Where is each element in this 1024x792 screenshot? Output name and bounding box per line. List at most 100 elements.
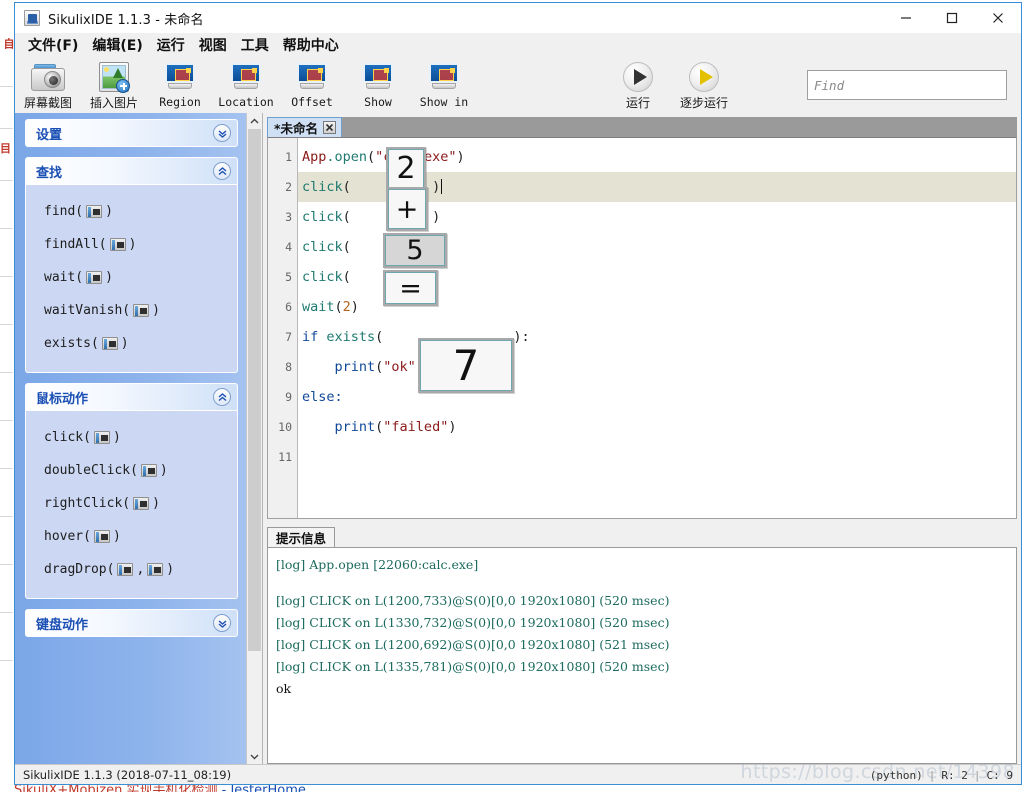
screenshot-digit-7[interactable]: 7: [418, 338, 514, 393]
sidebar-command-rightclick[interactable]: rightClick( ): [26, 487, 237, 520]
sidebar-command-find[interactable]: find( ): [26, 195, 237, 228]
maximize-button[interactable]: [929, 3, 975, 33]
sidebar-command-click[interactable]: click( ): [26, 421, 237, 454]
close-tab-icon[interactable]: [323, 121, 337, 134]
code-editor[interactable]: 1234567891011 App.open("calc.exe")click(…: [267, 137, 1017, 519]
message-tab[interactable]: 提示信息: [267, 527, 336, 547]
code-token: click: [302, 209, 343, 225]
scroll-down-icon[interactable]: [247, 748, 262, 764]
line-number: 7: [285, 330, 292, 344]
toolbar-button-region[interactable]: Region: [147, 59, 213, 111]
image-placeholder-icon[interactable]: [101, 337, 118, 350]
sidebar-command-dragdrop[interactable]: dragDrop( , ): [26, 553, 237, 586]
close-button[interactable]: [975, 3, 1021, 33]
log-line: ok: [276, 681, 292, 696]
sidebar-panel-body-mouse: click( ) doubleClick( ) rightClick() ho…: [25, 411, 238, 599]
find-input[interactable]: Find: [807, 70, 1007, 100]
code-line[interactable]: if exists( ):: [298, 322, 1016, 352]
image-placeholder-icon[interactable]: [86, 205, 103, 218]
monitor-region-icon: [361, 61, 395, 93]
code-area[interactable]: App.open("calc.exe")click( )click( )clic…: [298, 138, 1016, 518]
image-placeholder-icon[interactable]: [147, 563, 164, 576]
image-placeholder-icon[interactable]: [93, 431, 110, 444]
code-line[interactable]: print("ok"): [298, 352, 1016, 382]
message-log[interactable]: [log] App.open [22060:calc.exe] [log] CLI…: [267, 547, 1017, 764]
screenshot-digit-5-glyph: 5: [385, 235, 445, 266]
toolbar-button-location[interactable]: Location: [213, 59, 279, 111]
line-number: 1: [285, 150, 292, 164]
chevron-down-icon[interactable]: [213, 614, 231, 632]
code-line[interactable]: [298, 442, 1016, 472]
sidebar-command-dragdrop-pre: dragDrop(: [44, 562, 115, 577]
sidebar-command-dragdrop-post: ): [166, 562, 175, 577]
sidebar-command-click-pre: click(: [44, 430, 91, 445]
monitor-region-icon: [427, 61, 461, 93]
editor-tab-strip: *未命名: [267, 117, 1017, 137]
menu-item-view[interactable]: 视图: [192, 33, 234, 57]
chevron-up-icon[interactable]: [213, 162, 231, 180]
menu-item-help[interactable]: 帮助中心: [276, 33, 346, 57]
code-token: click: [302, 269, 343, 285]
image-placeholder-icon[interactable]: [86, 271, 103, 284]
background-rule-lines: [0, 0, 14, 760]
toolbar-button-show-in[interactable]: Show in: [411, 59, 477, 111]
run-button[interactable]: 运行: [605, 59, 671, 111]
play-gold-icon: [689, 61, 719, 92]
image-placeholder-icon[interactable]: [117, 563, 134, 576]
minimize-button[interactable]: [883, 3, 929, 33]
message-tab-label: 提示信息: [276, 531, 327, 546]
log-line: [log] App.open [22060:calc.exe]: [276, 557, 479, 572]
chevron-down-icon[interactable]: [213, 124, 231, 142]
code-token: ):: [513, 329, 530, 345]
toolbar-button-screenshot[interactable]: 屏幕截图: [15, 59, 81, 111]
screenshot-digit-7-glyph: 7: [420, 340, 512, 391]
sidebar-command-wait[interactable]: wait( ): [26, 261, 237, 294]
code-token: .open: [326, 149, 368, 165]
sidebar-panel-header-settings[interactable]: 设置: [25, 119, 238, 147]
sidebar-panel-settings: 设置: [25, 119, 238, 147]
line-number: 2: [285, 180, 292, 194]
screenshot-equals[interactable]: =: [383, 270, 438, 306]
code-line[interactable]: print("failed"): [298, 412, 1016, 442]
toolbar-button-insert-image[interactable]: 插入图片: [81, 59, 147, 111]
menu-item-run[interactable]: 运行: [150, 33, 192, 57]
sidebar-command-findall[interactable]: findAll( ): [26, 228, 237, 261]
editor-tab-untitled[interactable]: *未命名: [267, 117, 343, 137]
run-step-button[interactable]: 逐步运行: [671, 59, 737, 111]
sidebar-panel-body-find: find( ) findAll( ) wait( ) waitVanish()…: [25, 185, 238, 373]
sidebar-command-exists[interactable]: exists( ): [26, 327, 237, 360]
sidebar-panel-header-mouse[interactable]: 鼠标动作: [25, 383, 238, 411]
log-line: [log] CLICK on L(1200,733)@S(0)[0,0 1920…: [276, 593, 670, 608]
chevron-up-icon[interactable]: [213, 388, 231, 406]
menu-item-tools[interactable]: 工具: [234, 33, 276, 57]
sidebar-command-click-post: ): [112, 430, 121, 445]
toolbar-label-region: Region: [159, 95, 201, 109]
screenshot-plus[interactable]: +: [386, 187, 428, 231]
sidebar-panel-header-find[interactable]: 查找: [25, 157, 238, 185]
sidebar-command-findall-pre: findAll(: [44, 237, 107, 252]
toolbar-button-show[interactable]: Show: [345, 59, 411, 111]
sidebar-scrollbar[interactable]: [246, 113, 262, 764]
image-placeholder-icon[interactable]: [133, 304, 150, 317]
code-token: ): [448, 419, 457, 435]
code-line[interactable]: else:: [298, 382, 1016, 412]
sidebar-command-waitvanish[interactable]: waitVanish( ): [26, 294, 237, 327]
sidebar-content: 设置 查找 find() findAll() wait() waitVan…: [15, 113, 246, 764]
image-placeholder-icon[interactable]: [140, 464, 157, 477]
scroll-up-icon[interactable]: [247, 113, 262, 129]
image-placeholder-icon[interactable]: [133, 497, 150, 510]
image-placeholder-icon[interactable]: [93, 530, 110, 543]
line-number: 10: [278, 420, 292, 434]
menu-item-file[interactable]: 文件(F): [21, 33, 85, 57]
background-text-fragment-top: 自: [2, 38, 14, 49]
sidebar-command-hover[interactable]: hover( ): [26, 520, 237, 553]
screenshot-digit-5[interactable]: 5: [383, 233, 447, 268]
code-token: (: [334, 299, 343, 315]
image-placeholder-icon[interactable]: [109, 238, 126, 251]
toolbar-button-offset[interactable]: Offset: [279, 59, 345, 111]
menu-item-edit[interactable]: 编辑(E): [85, 33, 149, 57]
screenshot-digit-2[interactable]: 2: [386, 147, 426, 191]
sidebar-panel-header-keyboard[interactable]: 键盘动作: [25, 609, 238, 637]
sidebar-command-doubleclick[interactable]: doubleClick( ): [26, 454, 237, 487]
sidebar-scrollbar-thumb[interactable]: [248, 129, 261, 651]
